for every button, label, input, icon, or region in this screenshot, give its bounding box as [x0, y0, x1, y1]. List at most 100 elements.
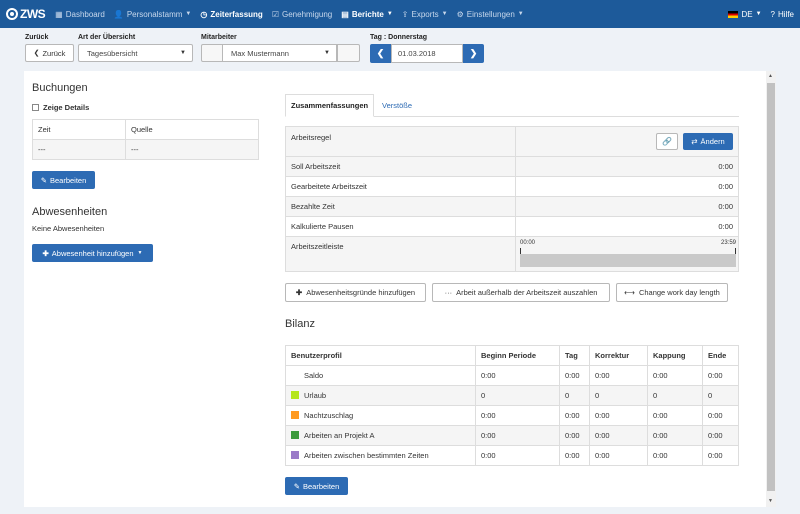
balance-profile-cell: Nachtzuschlag	[285, 405, 476, 426]
balance-value-cell: 0:00	[647, 365, 703, 386]
nav-item-2[interactable]: ◷ Zeiterfassung	[200, 10, 262, 19]
table-row: --- ---	[32, 139, 259, 160]
help-link[interactable]: ? Hilfe	[771, 10, 794, 19]
timeline-bar[interactable]	[520, 254, 736, 267]
color-swatch-icon	[291, 371, 299, 379]
day-label: Tag : Donnerstag	[370, 34, 428, 41]
show-details-checkbox[interactable]: Zeige Details	[32, 103, 89, 112]
ellipsis-icon: ···	[444, 288, 453, 297]
employee-select[interactable]: Max Mustermann ▼	[222, 44, 337, 62]
balance-profile-name: Saldo	[304, 371, 324, 380]
logo-icon	[6, 8, 18, 20]
summary-row-value: 0:00	[515, 156, 739, 177]
column-header: Beginn Periode	[475, 345, 560, 366]
language-label: DE	[741, 9, 753, 19]
balance-value-cell: 0:00	[559, 405, 590, 426]
color-swatch-icon	[291, 431, 299, 439]
tab-violations[interactable]: Verstöße	[377, 94, 417, 117]
balance-value-cell: 0:00	[589, 445, 648, 466]
balance-value-cell: 0:00	[475, 405, 560, 426]
balance-edit-button[interactable]: ✎ Bearbeiten	[285, 477, 348, 495]
previous-day-button[interactable]: ❮	[370, 44, 391, 63]
summary-row-label: Gearbeitete Arbeitszeit	[285, 176, 516, 197]
absences-title: Abwesenheiten	[32, 206, 108, 218]
nav-item-3[interactable]: ☑ Genehmigung	[272, 10, 332, 19]
employee-value: Max Mustermann	[231, 48, 289, 58]
next-day-button[interactable]: ❯	[463, 44, 484, 63]
balance-value-cell: 0	[702, 385, 739, 406]
back-button[interactable]: ❮ Zurück	[25, 44, 74, 62]
timeline-label: Arbeitszeitleiste	[285, 236, 516, 272]
nav-item-5[interactable]: ⇪ Exports ▼	[402, 10, 448, 19]
zws-logo[interactable]: ZWS	[6, 7, 46, 21]
edit-icon: ✎	[293, 481, 300, 491]
balance-value-cell: 0	[589, 385, 648, 406]
color-swatch-icon	[291, 391, 299, 399]
german-flag-icon	[728, 10, 739, 18]
balance-profile-cell: Saldo	[285, 365, 476, 386]
nav-item-label: Berichte	[351, 9, 384, 19]
nav-item-1[interactable]: 👤 Personalstamm ▼	[114, 10, 192, 19]
work-rule-actions-cell: 🔗 ⇄ Ändern	[515, 126, 739, 157]
add-absence-button[interactable]: ✚ Abwesenheit hinzufügen ▼	[32, 244, 153, 262]
balance-profile-cell: Arbeiten an Projekt A	[285, 425, 476, 446]
vertical-scrollbar[interactable]: ▲ ▼	[766, 71, 776, 507]
column-header: Tag	[559, 345, 590, 366]
chevron-right-icon: ❯	[469, 48, 478, 58]
refresh-icon: ⇄	[691, 137, 698, 146]
add-absence-reasons-button[interactable]: ✚ Abwesenheitsgründe hinzufügen	[285, 283, 426, 302]
employee-prev-button[interactable]	[201, 44, 223, 62]
color-swatch-icon	[291, 411, 299, 419]
balance-value-cell: 0:00	[589, 365, 648, 386]
bookings-edit-button[interactable]: ✎ Bearbeiten	[32, 171, 95, 189]
summary-row: Soll Arbeitszeit 0:00	[285, 156, 739, 177]
employee-next-button[interactable]	[337, 44, 360, 62]
column-header: Ende	[702, 345, 739, 366]
overview-type-select[interactable]: Tagesübersicht ▼	[78, 44, 193, 62]
user-icon: 👤	[113, 9, 124, 19]
payout-overtime-button[interactable]: ··· Arbeit außerhalb der Arbeitszeit aus…	[432, 283, 610, 302]
scroll-down-icon[interactable]: ▼	[768, 498, 773, 504]
scrollbar-thumb[interactable]	[767, 83, 775, 491]
chevron-down-icon: ▼	[324, 50, 330, 56]
balance-profile-cell: Arbeiten zwischen bestimmten Zeiten	[285, 445, 476, 466]
link-button[interactable]: 🔗	[656, 133, 678, 150]
summary-tabs: Zusammenfassungen Verstöße	[285, 93, 739, 117]
summary-row-label: Bezahlte Zeit	[285, 196, 516, 217]
balance-value-cell: 0:00	[475, 365, 560, 386]
tab-summaries[interactable]: Zusammenfassungen	[285, 94, 375, 117]
balance-profile-cell: Urlaub	[285, 385, 476, 406]
payout-overtime-label: Arbeit außerhalb der Arbeitszeit auszahl…	[456, 288, 598, 297]
language-selector[interactable]: DE ▼	[728, 9, 762, 19]
nav-right: DE ▼ ? Hilfe	[728, 0, 794, 28]
no-absences-text: Keine Abwesenheiten	[32, 224, 105, 233]
column-header: Benutzerprofil	[285, 345, 476, 366]
nav-item-label: Personalstamm	[126, 9, 183, 19]
nav-item-label: Einstellungen	[466, 9, 515, 19]
nav-item-6[interactable]: ⚙ Einstellungen ▼	[457, 10, 524, 19]
change-rule-label: Ändern	[700, 137, 725, 146]
nav-item-0[interactable]: ▦ Dashboard	[55, 10, 105, 19]
scroll-up-icon[interactable]: ▲	[768, 73, 773, 79]
balance-table: Benutzerprofil Beginn Periode Tag Korrek…	[285, 345, 739, 466]
arrows-horizontal-icon: ⟷	[624, 288, 635, 297]
summary-row: Gearbeitete Arbeitszeit 0:00	[285, 176, 739, 197]
change-day-length-button[interactable]: ⟷ Change work day length	[616, 283, 728, 302]
date-input[interactable]: 01.03.2018	[391, 44, 463, 63]
summary-row-value: 0:00	[515, 196, 739, 217]
check-square-icon: ☑	[271, 9, 279, 19]
balance-title: Bilanz	[285, 318, 315, 330]
balance-row: Saldo 0:00 0:00 0:00 0:00 0:00	[285, 365, 739, 386]
balance-value-cell: 0:00	[702, 445, 739, 466]
nav-item-4[interactable]: ▤ Berichte ▼	[341, 10, 393, 19]
summary-table: Arbeitsregel 🔗 ⇄ Ändern Soll Arbeitszeit…	[285, 126, 739, 272]
checkbox-icon	[32, 104, 39, 111]
balance-value-cell: 0:00	[647, 405, 703, 426]
bookings-table: Zeit Quelle --- ---	[32, 119, 259, 160]
change-rule-button[interactable]: ⇄ Ändern	[683, 133, 733, 150]
change-day-length-label: Change work day length	[638, 288, 720, 297]
nav-item-label: Genehmigung	[282, 9, 333, 19]
back-label: Zurück	[25, 34, 49, 41]
balance-value-cell: 0	[647, 385, 703, 406]
timeline-start: 00:00	[520, 240, 536, 246]
